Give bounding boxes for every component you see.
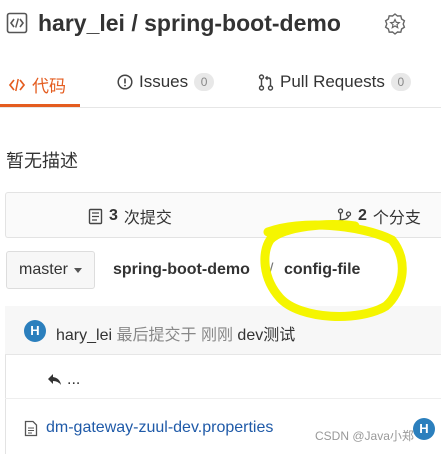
file-icon — [24, 420, 38, 436]
repo-code-icon — [6, 12, 28, 34]
row-divider — [5, 398, 441, 399]
commits-stat[interactable]: 3 次提交 — [88, 204, 172, 228]
parent-dir-label: ... — [67, 371, 81, 388]
pull-requests-count-badge: 0 — [390, 73, 411, 91]
info-circle-icon — [117, 74, 133, 90]
chevron-down-icon — [73, 267, 82, 273]
tab-issues[interactable]: Issues 0 — [117, 72, 215, 92]
tab-issues-label: Issues — [139, 72, 189, 91]
parent-dir-link[interactable]: ... — [47, 371, 80, 389]
tab-pull-requests-label: Pull Requests — [280, 72, 385, 91]
breadcrumb-current-dir: config-file — [284, 261, 361, 278]
tab-code-label: 代码 — [32, 77, 66, 96]
tab-code[interactable]: 代码 — [8, 72, 66, 97]
commits-label: 次提交 — [123, 210, 172, 227]
repo-title[interactable]: hary_lei / spring-boot-demo — [38, 10, 341, 37]
reply-arrow-icon — [48, 374, 61, 385]
file-name[interactable]: dm-gateway-zuul-dev.properties — [46, 419, 273, 437]
issues-count-badge: 0 — [194, 73, 215, 91]
code-icon — [8, 78, 26, 91]
commits-count: 3 — [109, 207, 118, 224]
commit-message[interactable]: dev测试 — [237, 327, 295, 344]
tabs-divider — [0, 107, 441, 108]
avatar[interactable]: H — [413, 418, 435, 440]
repo-description: 暂无描述 — [6, 151, 78, 171]
certified-badge-icon[interactable] — [383, 12, 407, 36]
commits-icon — [88, 208, 103, 224]
branches-stat[interactable]: 2 个分支 — [337, 204, 421, 228]
breadcrumb-repo[interactable]: spring-boot-demo — [113, 261, 250, 279]
last-commit-info: hary_lei 最后提交于 刚刚 dev测试 — [56, 321, 295, 345]
branch-name: master — [19, 261, 68, 278]
commit-author[interactable]: hary_lei — [56, 327, 112, 344]
watermark: CSDN @Java小郑 — [315, 429, 414, 443]
commit-time: 刚刚 — [200, 327, 233, 344]
avatar[interactable]: H — [24, 320, 46, 342]
list-item[interactable]: dm-gateway-zuul-dev.properties — [24, 419, 273, 437]
branches-count: 2 — [358, 207, 367, 224]
tab-pull-requests[interactable]: Pull Requests 0 — [258, 72, 411, 92]
branches-label: 个分支 — [372, 210, 421, 227]
commit-action: 最后提交于 — [116, 327, 197, 344]
pull-request-icon — [258, 73, 274, 91]
branch-select[interactable]: master — [6, 251, 95, 289]
branch-icon — [337, 207, 352, 225]
breadcrumb-separator: / — [269, 261, 274, 278]
